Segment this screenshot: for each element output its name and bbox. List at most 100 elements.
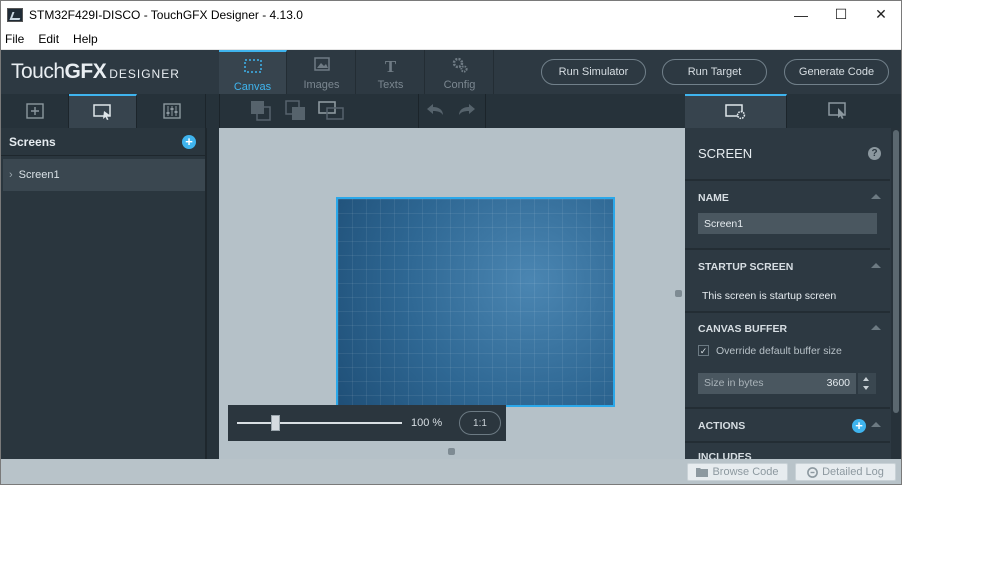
images-icon: [288, 57, 355, 77]
canvas-buffer-header: CANVAS BUFFER: [698, 323, 788, 335]
main-toolbar: TouchGFX DESIGNER Canvas Images T Texts C…: [1, 50, 901, 94]
maximize-button[interactable]: ☐: [821, 1, 861, 28]
section-divider: [685, 311, 890, 313]
browse-code-button[interactable]: Browse Code: [687, 463, 788, 481]
window-title: STM32F429I-DISCO - TouchGFX Designer - 4…: [29, 7, 303, 22]
run-simulator-button[interactable]: Run Simulator: [541, 59, 646, 85]
tab-screens[interactable]: [69, 94, 137, 128]
tab-config-label: Config: [443, 79, 476, 91]
title-bar: STM32F429I-DISCO - TouchGFX Designer - 4…: [1, 1, 901, 28]
collapse-icon[interactable]: [871, 194, 881, 199]
tab-properties[interactable]: [138, 94, 206, 128]
menu-bar: File Edit Help: [1, 28, 901, 50]
tab-images[interactable]: Images: [288, 50, 356, 94]
canvas-horizontal-scroll-handle[interactable]: [448, 448, 455, 455]
tab-texts[interactable]: T Texts: [357, 50, 425, 94]
redo-icon[interactable]: [457, 102, 477, 123]
menu-file[interactable]: File: [5, 32, 24, 46]
minimize-button[interactable]: —: [781, 1, 821, 28]
screens-panel: Screens + › Screen1: [1, 128, 207, 459]
tab-canvas[interactable]: Canvas: [219, 50, 287, 94]
toolbar-separator: [418, 94, 419, 128]
buffer-size-label: Size in bytes: [704, 377, 764, 389]
toolbar-separator: [485, 94, 486, 128]
tab-config[interactable]: Config: [426, 50, 494, 94]
tab-canvas-label: Canvas: [233, 81, 272, 93]
add-action-icon[interactable]: +: [852, 419, 866, 433]
detailed-log-label: Detailed Log: [822, 466, 884, 478]
browse-code-label: Browse Code: [712, 466, 779, 478]
collapse-icon[interactable]: [871, 422, 881, 427]
zoom-reset-button[interactable]: 1:1: [459, 411, 501, 435]
app-logo-icon: [7, 7, 23, 22]
canvas-area[interactable]: 100 % 1:1: [219, 128, 685, 459]
screen-name-value: Screen1: [704, 217, 744, 230]
buffer-size-value: 3600: [826, 377, 850, 389]
screen-list-item[interactable]: › Screen1: [3, 159, 205, 191]
sliders-icon: [162, 103, 181, 119]
bring-forward-icon[interactable]: [249, 99, 273, 128]
collapse-icon[interactable]: [871, 325, 881, 330]
interaction-icon: [828, 102, 846, 119]
screens-header: Screens: [1, 128, 205, 156]
zoom-slider-thumb[interactable]: [271, 415, 280, 431]
add-widget-icon: [25, 103, 44, 119]
name-section-header: NAME: [698, 192, 729, 204]
undo-icon[interactable]: [425, 102, 445, 123]
properties-title: SCREEN: [698, 146, 753, 161]
touchgfx-logo: TouchGFX DESIGNER: [11, 60, 180, 84]
stepper-down-icon[interactable]: [863, 386, 869, 390]
help-icon[interactable]: ?: [868, 147, 881, 160]
screen-settings-icon: [724, 104, 745, 120]
override-buffer-checkbox[interactable]: ✓: [698, 345, 709, 356]
status-bar: Browse Code Detailed Log: [1, 459, 901, 484]
properties-scrollbar-thumb[interactable]: [893, 130, 899, 413]
menu-help[interactable]: Help: [73, 32, 98, 46]
secondary-toolbar: [1, 94, 901, 128]
generate-code-button[interactable]: Generate Code: [784, 59, 889, 85]
tab-interactions[interactable]: [787, 94, 891, 128]
actions-section-header: ACTIONS: [698, 420, 746, 432]
override-buffer-label: Override default buffer size: [716, 345, 842, 357]
chevron-right-icon[interactable]: ›: [9, 169, 13, 181]
section-divider: [685, 179, 890, 181]
buffer-size-stepper[interactable]: [858, 373, 876, 394]
send-backward-icon[interactable]: [284, 99, 308, 128]
section-divider: [685, 248, 890, 250]
group-icon[interactable]: [317, 99, 345, 128]
startup-info: This screen is startup screen: [702, 290, 837, 302]
logo-touch-text: Touch: [11, 60, 65, 83]
menu-edit[interactable]: Edit: [38, 32, 59, 46]
tab-texts-label: Texts: [377, 79, 404, 91]
folder-icon: [696, 468, 709, 477]
zoom-bar: 100 % 1:1: [228, 405, 506, 441]
properties-panel: SCREEN ? NAME Screen1 STARTUP SCREEN Thi…: [685, 128, 901, 463]
section-divider: [685, 441, 890, 443]
screen-select-icon: [92, 104, 111, 120]
close-button[interactable]: ✕: [861, 1, 901, 28]
screen-name: Screen1: [18, 169, 60, 181]
logo-designer-text: DESIGNER: [109, 67, 180, 81]
screens-title: Screens: [9, 134, 56, 149]
canvas-vertical-scroll-handle[interactable]: [675, 290, 682, 297]
detailed-log-button[interactable]: Detailed Log: [795, 463, 896, 481]
tab-screen-properties[interactable]: [685, 94, 787, 128]
screen-name-field[interactable]: Screen1: [698, 213, 877, 234]
screen-preview[interactable]: [336, 197, 615, 407]
tab-images-label: Images: [303, 79, 340, 91]
canvas-icon: [219, 59, 286, 79]
buffer-size-field[interactable]: Size in bytes 3600: [698, 373, 856, 394]
toolbar-separator: [219, 94, 220, 128]
properties-scrollbar[interactable]: [891, 128, 901, 459]
collapse-icon[interactable]: [871, 263, 881, 268]
log-icon: [807, 466, 819, 478]
run-target-button[interactable]: Run Target: [662, 59, 767, 85]
add-screen-icon[interactable]: +: [182, 135, 196, 149]
zoom-percent: 100 %: [411, 417, 443, 429]
zoom-slider-track[interactable]: [237, 422, 402, 424]
panel-gutter: [207, 128, 219, 459]
startup-section-header: STARTUP SCREEN: [698, 261, 794, 273]
tab-add-widget[interactable]: [1, 94, 69, 128]
section-divider: [685, 407, 890, 409]
stepper-up-icon[interactable]: [863, 377, 869, 381]
